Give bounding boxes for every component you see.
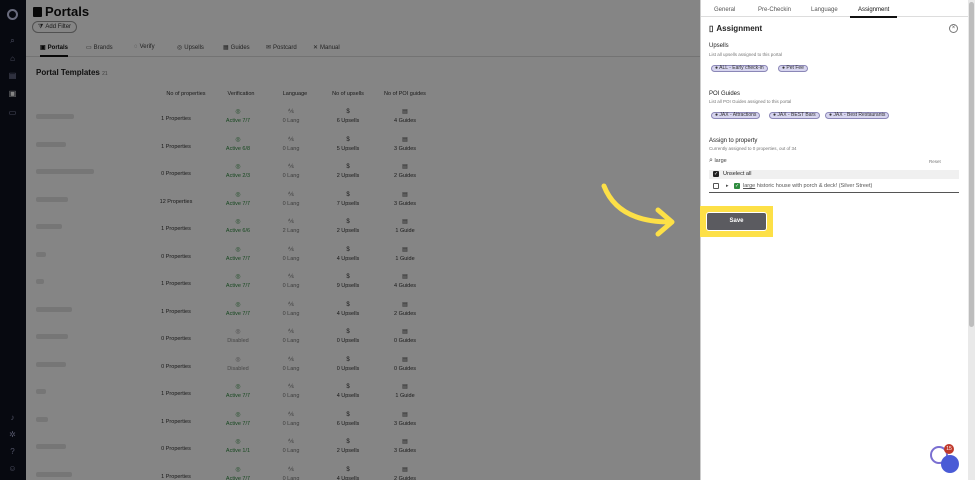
assign-label: Assign to property: [709, 138, 758, 144]
app: ⌕ ⌂ ▤ ▣ ▭ ♪ ✲ ? ☺ Portals ⧩ Add Filter ▣ P…: [0, 0, 975, 480]
property-row-checkbox[interactable]: [713, 183, 719, 189]
chip-label: ALL - Early check-in: [719, 65, 764, 71]
reset-button[interactable]: Reset: [929, 159, 941, 164]
tab-pre-checkin[interactable]: Pre-Checkin: [758, 7, 791, 16]
panel-heading-text: Assignment: [716, 24, 763, 33]
chip-label: Pet Fee: [786, 65, 804, 71]
close-icon[interactable]: ×: [949, 24, 958, 33]
assign-hint: Currently assigned to 0 properties, out …: [709, 146, 797, 151]
panel-tabs: General Pre-Checkin Language Assignment: [701, 0, 969, 18]
chip-label: JAX - Best Restaurants: [833, 112, 886, 118]
clipboard-icon: ▯: [709, 24, 714, 33]
panel-heading: ▯ Assignment: [709, 24, 762, 33]
upsells-label: Upsells: [709, 43, 729, 49]
property-label[interactable]: large historic house with porch & deck! …: [743, 183, 872, 189]
pointer-arrow: [601, 183, 675, 237]
upsell-chip[interactable]: ● Pet Fee: [778, 65, 808, 72]
tab-general[interactable]: General: [714, 7, 735, 16]
property-search-input[interactable]: ⌕ large: [709, 157, 955, 167]
unselect-all-label[interactable]: Unselect all: [723, 171, 751, 177]
scrollbar-thumb[interactable]: [969, 2, 974, 327]
tab-language[interactable]: Language: [811, 7, 838, 16]
guide-chip[interactable]: ● JAX - Best Restaurants: [825, 112, 890, 119]
chat-badge: 15: [944, 444, 954, 454]
property-match: large: [743, 183, 756, 189]
upsell-chip[interactable]: ● ALL - Early check-in: [711, 65, 768, 72]
guides-hint: List all POI Guides assigned to this por…: [709, 99, 792, 104]
divider: [709, 192, 959, 193]
guides-label: POI Guides: [709, 91, 741, 97]
chip-label: JAX - BEST Bars: [777, 112, 816, 118]
property-checkbox[interactable]: ✓: [734, 183, 740, 189]
expand-chevron-icon[interactable]: ▸: [726, 183, 729, 189]
guide-chip[interactable]: ● JAX - Attractions: [711, 112, 761, 119]
property-name: historic house with porch & deck! (Silve…: [755, 183, 873, 189]
search-icon: ⌕: [709, 157, 713, 164]
arrow-shaft: [601, 183, 673, 225]
unselect-all-checkbox[interactable]: ✓: [713, 171, 719, 177]
guide-chip[interactable]: ● JAX - BEST Bars: [769, 112, 820, 119]
chip-label: JAX - Attractions: [719, 112, 757, 118]
save-button[interactable]: Save: [706, 212, 767, 231]
modal-backdrop[interactable]: [0, 0, 700, 480]
chat-launcher-icon[interactable]: [941, 455, 959, 473]
upsells-hint: List all upsells assigned to this portal: [709, 52, 783, 57]
search-value: large: [714, 158, 727, 164]
tab-assignment[interactable]: Assignment: [850, 7, 898, 18]
portal-settings-panel: General Pre-Checkin Language Assignment …: [700, 0, 969, 480]
